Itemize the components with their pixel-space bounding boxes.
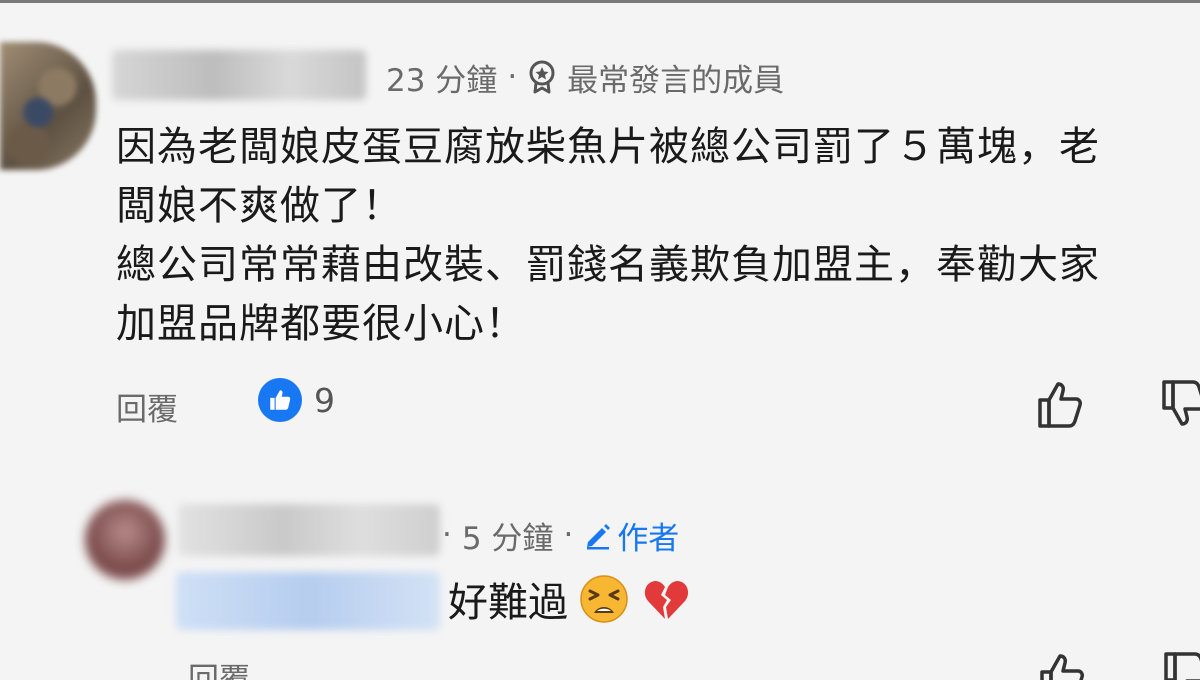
commenter-avatar[interactable] xyxy=(0,42,96,170)
reply-button[interactable]: 回覆 xyxy=(188,654,250,680)
broken-heart-emoji xyxy=(644,581,689,619)
author-tag: 作者 xyxy=(583,513,679,558)
reply-meta: · 5 分鐘 · 作者 xyxy=(442,513,679,558)
reply-text: 好難過 xyxy=(448,580,568,626)
meta-separator: · xyxy=(442,517,452,553)
commenter-name-blurred[interactable] xyxy=(112,50,366,100)
meta-separator: · xyxy=(563,517,574,553)
meta-separator: · xyxy=(507,59,518,95)
author-label: 作者 xyxy=(617,520,680,557)
reaction-summary[interactable]: 9 xyxy=(258,378,335,422)
reply-button[interactable]: 回覆 xyxy=(116,384,178,429)
comment-time: 23 分鐘 xyxy=(386,62,498,99)
member-badge-icon xyxy=(529,60,555,94)
thumb-down-icon[interactable] xyxy=(1160,378,1200,430)
reply-author-name-blurred[interactable] xyxy=(178,504,440,556)
top-divider xyxy=(0,0,1200,3)
like-count: 9 xyxy=(314,380,335,420)
thumb-down-icon[interactable] xyxy=(1162,650,1200,680)
comment-line: 加盟品牌都要很小心！ xyxy=(116,301,526,347)
comment-body: 因為老闆娘皮蛋豆腐放柴魚片被總公司罰了５萬塊，老 闆娘不爽做了！ 總公司常常藉由… xyxy=(116,118,1196,354)
reply-time: 5 分鐘 xyxy=(461,520,554,557)
reply-author-avatar[interactable] xyxy=(85,500,165,580)
reply-actions: 回覆 xyxy=(188,650,1200,680)
thumb-up-icon[interactable] xyxy=(1038,650,1088,680)
reply-body: 好難過 xyxy=(448,568,692,630)
pencil-icon xyxy=(587,524,611,550)
comment-line: 因為老闆娘皮蛋豆腐放柴魚片被總公司罰了５萬塊，老 xyxy=(116,124,1100,170)
tired-face-emoji xyxy=(580,575,628,623)
like-reaction-icon xyxy=(258,378,302,422)
comment-actions: 回覆 9 xyxy=(116,378,1200,434)
mention-tag-blurred[interactable] xyxy=(176,572,440,630)
thumb-up-icon[interactable] xyxy=(1036,378,1086,430)
comment-line: 闆娘不爽做了！ xyxy=(116,183,403,229)
comment-line: 總公司常常藉由改裝、罰錢名義欺負加盟主，奉勸大家 xyxy=(116,242,1100,288)
member-badge-label: 最常發言的成員 xyxy=(567,62,785,99)
comment-meta: 23 分鐘 · 最常發言的成員 xyxy=(386,56,785,99)
